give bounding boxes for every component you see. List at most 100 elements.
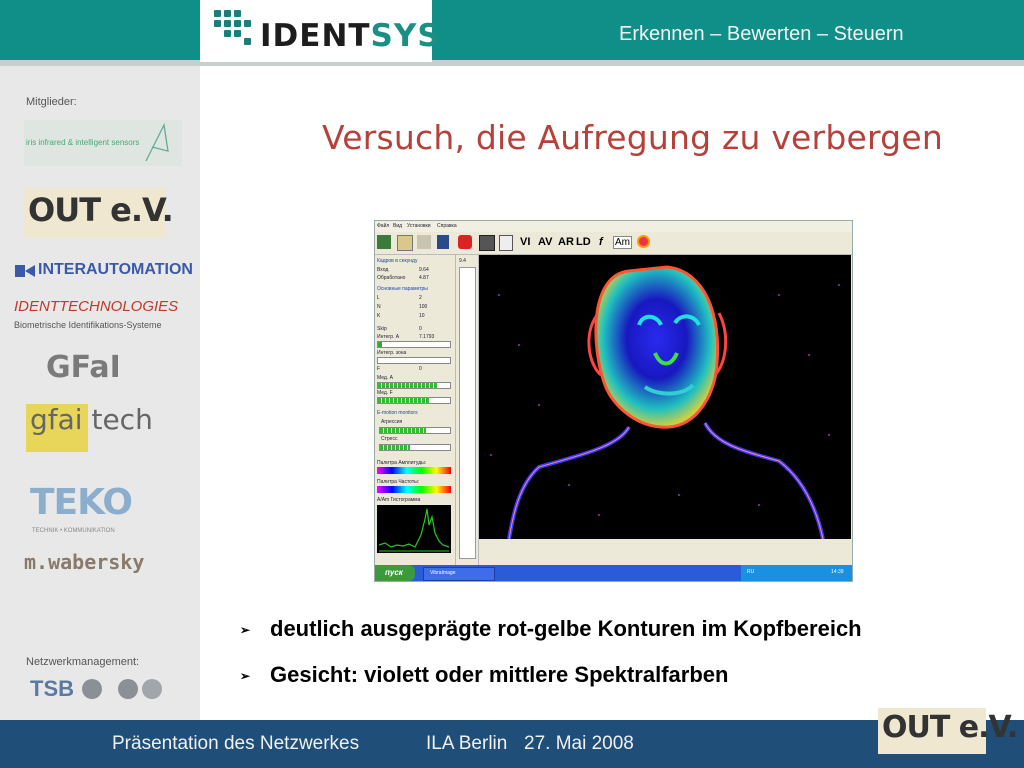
panel-n-label: N <box>377 304 381 310</box>
panel-med-a-label: Мед. А <box>377 375 393 381</box>
member-logo-iris: iris infrared & intelligent sensors <box>24 120 182 166</box>
menu-file[interactable]: Файл <box>377 223 389 229</box>
value-column: 9.4 <box>456 255 479 565</box>
column-value: 9.4 <box>459 258 466 264</box>
panel-skip-value: 0 <box>419 326 422 332</box>
aggression-bar <box>379 427 451 434</box>
vibraimage-screenshot: Файл Вид Установки Справка VI AV AR LD f… <box>374 220 853 582</box>
network-logo-tsb: TSB <box>30 674 170 704</box>
interautomation-text: INTERAUTOMATION <box>38 261 193 278</box>
bullet-item: ➢ deutlich ausgeprägte rot-gelbe Konturen… <box>240 616 862 642</box>
taskbar-window-button[interactable]: VibraImage <box>423 567 495 581</box>
panel-k-label: K <box>377 313 381 319</box>
integ-zone-bar <box>377 357 451 364</box>
panel-skip-label: Skip <box>377 326 387 332</box>
level-meter <box>459 267 476 559</box>
menu-view[interactable]: Вид <box>393 223 402 229</box>
panel-med-f-label: Мед. F <box>377 390 393 396</box>
logo-text-ident: IDENT <box>260 18 371 54</box>
panel-integ-a-value: 7.1793 <box>419 334 435 340</box>
tray-language[interactable]: RU <box>747 569 754 575</box>
panel-input-value: 9.64 <box>419 267 429 273</box>
thermal-face-image <box>490 265 840 539</box>
parameter-panel: Кадров в секунду Вход 9.64 Обработано 4.… <box>375 255 456 565</box>
save-icon[interactable] <box>377 235 391 249</box>
stop-icon[interactable] <box>458 235 472 249</box>
gfai-logo-text: GFaI <box>46 350 121 385</box>
tsb-text: TSB <box>30 676 74 701</box>
member-logo-interautomation: INTERAUTOMATION <box>14 261 196 281</box>
panel-emotion-label: E-motion monitors <box>377 410 418 416</box>
toolbar-av[interactable]: AV <box>538 236 552 248</box>
integ-a-bar <box>377 341 451 348</box>
person-icon[interactable] <box>437 235 449 249</box>
app-toolbar: VI AV AR LD f Am <box>375 232 852 255</box>
logo-dots-icon <box>214 10 251 46</box>
slide-title: Versuch, die Aufregung zu verbergen <box>322 118 943 157</box>
amplitude-palette <box>377 467 451 474</box>
panel-integ-zone-label: Интегр. зона <box>377 350 407 356</box>
identsys-logo: IDENTSYS <box>200 0 440 62</box>
footer-date: 27. Mai 2008 <box>524 733 634 754</box>
menu-help[interactable]: Справка <box>437 223 457 229</box>
tsb-circles-icon <box>82 679 162 699</box>
monitor-icon[interactable] <box>479 235 495 251</box>
bullet-item: ➢ Gesicht: violett oder mittlere Spektral… <box>240 662 728 688</box>
member-logo-gfai-tech: gfai tech <box>26 403 153 460</box>
panel-input-label: Вход <box>377 267 389 273</box>
teko-logo-text: TEKO <box>30 482 133 523</box>
disabled-tool-icon <box>417 235 431 249</box>
document-icon[interactable] <box>397 235 413 251</box>
start-button[interactable]: пуск <box>375 565 415 581</box>
member-logo-wabersky: m.wabersky <box>24 550 184 576</box>
sidebar: Mitglieder: iris infrared & intelligent … <box>0 66 200 720</box>
windows-taskbar: пуск VibraImage RU 14:39 <box>375 565 852 581</box>
target-icon[interactable] <box>637 235 650 248</box>
identtechnologies-text: IDENTTECHNOLOGIES <box>14 298 179 315</box>
iris-logo-text: iris infrared & intelligent sensors <box>26 138 140 147</box>
member-logo-identtechnologies: IDENTTECHNOLOGIES Biometrische Identifik… <box>12 298 198 336</box>
menu-settings[interactable]: Установки <box>407 223 431 229</box>
med-f-bar <box>377 397 451 404</box>
toolbar-ar[interactable]: AR <box>558 236 574 248</box>
footer-out-logo-text: OUT e.V. <box>882 710 1018 745</box>
stress-bar <box>379 444 451 451</box>
panel-f-label: F <box>377 366 381 372</box>
panel-aggression-label: Агрессия <box>381 419 403 425</box>
panel-integ-a-label: Интегр. А <box>377 334 400 340</box>
panel-processed-value: 4.87 <box>419 275 429 281</box>
toolbar-am[interactable]: Am <box>613 236 632 249</box>
bullet-text: deutlich ausgeprägte rot-gelbe Konturen … <box>270 616 862 641</box>
teko-subtitle: TECHNIK • KOMMUNIKATION <box>32 528 115 534</box>
footer-bar: Präsentation des Netzwerkes ILA Berlin 2… <box>0 708 1024 768</box>
member-logo-teko: TEKO TECHNIK • KOMMUNIKATION <box>30 482 146 540</box>
footer-event: ILA Berlin <box>426 733 508 754</box>
panel-l-value: 2 <box>419 295 422 301</box>
panel-stress-label: Стресс <box>381 436 398 442</box>
interautomation-arrow-icon <box>15 265 35 277</box>
members-label: Mitglieder: <box>26 96 77 108</box>
footer-out-logo: OUT e.V. <box>878 708 1018 754</box>
portrait-icon[interactable] <box>499 235 513 251</box>
start-button-label: пуск <box>385 568 403 577</box>
identtechnologies-subtitle: Biometrische Identifikations-Systeme <box>14 320 162 330</box>
gfai-tech-text: gfai tech <box>30 403 153 436</box>
panel-n-value: 100 <box>419 304 428 310</box>
wabersky-text: m.wabersky <box>24 550 145 574</box>
network-label: Netzwerkmanagement: <box>26 656 140 668</box>
toolbar-ld[interactable]: LD <box>576 236 591 248</box>
bullet-arrow-icon: ➢ <box>240 669 251 684</box>
med-a-bar <box>377 382 451 389</box>
panel-freq-palette-label: Палитра Частоты: <box>377 479 420 485</box>
panel-histogram-label: A/Am Гистограмма <box>377 497 421 503</box>
panel-f-value: 0 <box>419 366 422 372</box>
panel-fps-label: Кадров в секунду <box>377 258 418 264</box>
iris-mark-icon <box>145 122 169 162</box>
panel-main-params-label: Основные параметры <box>377 286 428 292</box>
member-logo-gfai: GFaI <box>46 350 132 390</box>
system-tray: RU 14:39 <box>741 565 852 581</box>
tray-clock: 14:39 <box>831 569 844 575</box>
toolbar-vi[interactable]: VI <box>520 236 530 248</box>
toolbar-f[interactable]: f <box>599 236 603 248</box>
taskbar-window-label: VibraImage <box>430 570 456 576</box>
